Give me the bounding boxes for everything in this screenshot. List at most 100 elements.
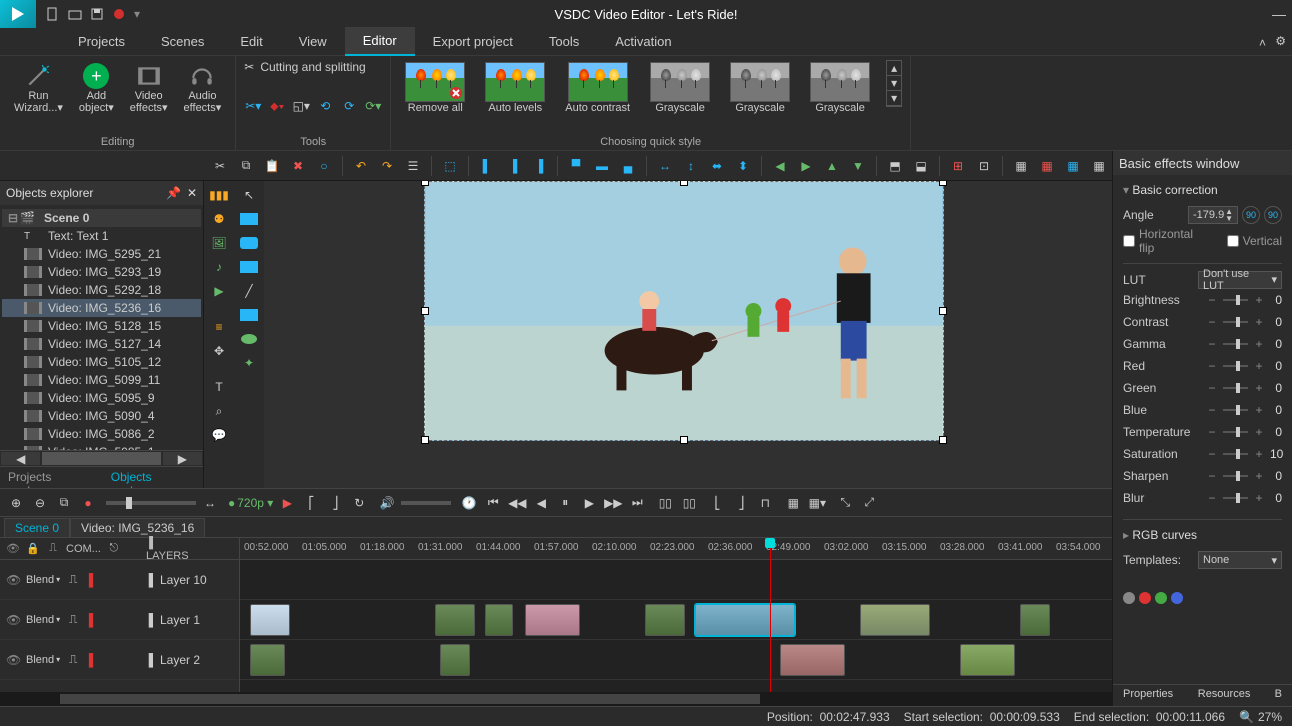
rotate-90-cw-button[interactable]: 90 [1264,206,1282,224]
clip[interactable] [1020,604,1050,636]
clip[interactable] [485,604,513,636]
move-right-button[interactable]: ▶ [796,156,816,176]
menu-scenes[interactable]: Scenes [143,28,222,55]
audio-obj-icon[interactable]: ♪ [209,257,229,277]
cut-icon[interactable]: ✂▾ [244,97,262,115]
menu-projects[interactable]: Projects [60,28,143,55]
menu-view[interactable]: View [281,28,345,55]
animation-icon[interactable]: ⚉ [209,209,229,229]
clip[interactable] [780,644,845,676]
slider-temperature[interactable]: Temperature−+0 [1123,421,1282,443]
clip[interactable] [860,604,930,636]
tab-projects-explorer[interactable]: Projects explorer [0,467,103,488]
marker-icon[interactable]: ⬥▾ [268,97,286,115]
wave-icon[interactable]: ⎍ [66,653,80,667]
video-effects-button[interactable]: Videoeffects▾ [124,60,174,116]
move-left-button[interactable]: ◀ [770,156,790,176]
tl-split-b-button[interactable]: ▯▯ [679,493,699,513]
wave-icon[interactable]: ⎍ [66,573,80,587]
ribbon-collapse-icon[interactable]: ˄ [1259,36,1266,50]
tree-item[interactable]: Video: IMG_5086_2 [2,425,201,443]
grid-a-button[interactable]: ▦ [1011,156,1031,176]
slider-saturation[interactable]: Saturation−+10 [1123,443,1282,465]
align-center-v-button[interactable]: ▬ [592,156,612,176]
tl-clock-button[interactable]: 🕐 [459,493,479,513]
tl-volume-slider[interactable] [401,501,451,505]
tooltip-icon[interactable]: ⌕ [209,401,229,421]
redo-button[interactable]: ↷ [377,156,397,176]
slider-red[interactable]: Red−+0 [1123,355,1282,377]
paste-button[interactable]: 📋 [262,156,282,176]
align-bottom-button[interactable]: ▄ [618,156,638,176]
video-obj-icon[interactable]: ▶ [209,281,229,301]
wave-all-icon[interactable]: ⎍ [46,542,60,556]
tab-properties[interactable]: Properties ... [1113,685,1188,706]
align-right-button[interactable]: ▐ [529,156,549,176]
refresh-icon[interactable]: ⟳▾ [364,97,382,115]
visibility-icon[interactable]: 👁 [6,573,20,587]
ungroup-button[interactable]: ⬓ [911,156,931,176]
tl-layout-a-button[interactable]: ▦ [783,493,803,513]
cut-split-label[interactable]: Cutting and splitting [260,60,365,74]
slider-gamma[interactable]: Gamma−+0 [1123,333,1282,355]
timeline-tracks[interactable]: 00:52.00001:05.00001:18.00001:31.00001:4… [240,538,1112,692]
visibility-icon[interactable]: 👁 [6,653,20,667]
tl-collapse-button[interactable]: ⤢ [859,493,879,513]
minimize-button[interactable]: — [1272,6,1286,22]
panel-close-icon[interactable]: ✕ [187,186,197,200]
tree-item[interactable]: Video: IMG_5090_4 [2,407,201,425]
layer-menu-icon[interactable]: ▌ [146,613,160,627]
timeline-ruler[interactable]: 00:52.00001:05.00001:18.00001:31.00001:4… [240,538,1112,560]
grid-d-button[interactable]: ▦ [1089,156,1109,176]
hflip-checkbox[interactable]: Horizontal flip [1123,227,1207,255]
clip[interactable] [960,644,1015,676]
move-down-button[interactable]: ▼ [848,156,868,176]
panel-pin-icon[interactable]: 📌 [166,186,181,200]
tl-split-a-button[interactable]: ▯▯ [655,493,675,513]
blend-select[interactable]: Blend ▾ [26,574,60,586]
swatch-ellipse[interactable] [241,334,257,344]
track-layer-10[interactable] [240,560,1112,600]
timeline-tab-scene[interactable]: Scene 0 [4,518,70,537]
align-center-h-button[interactable]: ▐ [503,156,523,176]
settings-gear-icon[interactable]: ⚙ [1275,34,1286,48]
vflip-checkbox[interactable]: Vertical [1227,234,1282,248]
tl-layout-b-button[interactable]: ▦▾ [807,493,827,513]
tree-item[interactable]: Video: IMG_5295_21 [2,245,201,263]
snap-a-button[interactable]: ⊞ [948,156,968,176]
tree-item[interactable]: Video: IMG_5292_18 [2,281,201,299]
tree-item[interactable]: Video: IMG_5099_11 [2,371,201,389]
timeline-scrollbar[interactable] [0,692,1112,706]
fx-icon[interactable]: ▌ [86,653,100,667]
open-icon[interactable] [68,7,82,21]
style-grayscale-1[interactable]: Grayscale [644,60,716,116]
menu-edit[interactable]: Edit [222,28,280,55]
copy-button[interactable]: ⧉ [236,156,256,176]
dot-gray[interactable] [1123,592,1135,604]
visibility-all-icon[interactable]: 👁 [6,542,20,555]
lock-all-icon[interactable]: 🔒 [26,542,40,556]
cursor-icon[interactable]: ↖ [239,185,259,205]
move-tool-icon[interactable]: ✥ [209,341,229,361]
shape-circle-button[interactable]: ○ [314,156,334,176]
same-width-button[interactable]: ⬌ [707,156,727,176]
tl-step-fwd-button[interactable]: ▶ [579,493,599,513]
tl-loop-button[interactable]: ↻ [349,493,369,513]
freeform-icon[interactable]: ✦ [239,353,259,373]
slider-green[interactable]: Green−+0 [1123,377,1282,399]
style-gallery-dropdown[interactable]: ▴▾▾ [886,60,902,107]
layer-row[interactable]: 👁Blend ▾⎍▌▌ Layer 2 [0,640,239,680]
dot-red[interactable] [1139,592,1151,604]
menu-export[interactable]: Export project [415,28,531,55]
tree-item[interactable]: TText: Text 1 [2,227,201,245]
text-tool-icon[interactable]: T [209,377,229,397]
slider-brightness[interactable]: Brightness−+0 [1123,289,1282,311]
chart-icon[interactable]: ▮▮▮ [209,185,229,205]
fx-icon[interactable]: ▌ [86,573,100,587]
new-icon[interactable] [46,7,60,21]
track-layer-2[interactable] [240,640,1112,680]
blend-select[interactable]: Blend ▾ [26,614,60,626]
tree-root[interactable]: ⊟🎬 Scene 0 [2,209,201,227]
tl-remove-button[interactable]: ⊖ [30,493,50,513]
tl-next-button[interactable]: ▶▶ [603,493,623,513]
